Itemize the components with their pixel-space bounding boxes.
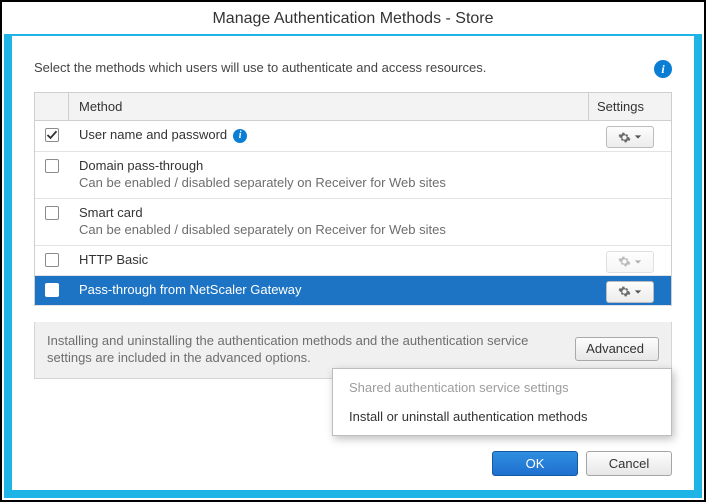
method-checkbox[interactable]	[45, 159, 59, 173]
settings-button[interactable]	[606, 281, 654, 303]
table-row[interactable]: HTTP Basic	[35, 246, 671, 276]
col-method: Method	[69, 93, 589, 120]
info-icon[interactable]: i	[233, 129, 247, 143]
method-checkbox[interactable]	[45, 128, 59, 142]
cancel-label: Cancel	[609, 456, 649, 471]
method-name: HTTP Basic	[79, 252, 148, 267]
menu-item[interactable]: Install or uninstall authentication meth…	[333, 402, 671, 431]
window-chrome: Manage Authentication Methods - Store Se…	[4, 4, 702, 498]
ok-button[interactable]: OK	[492, 451, 578, 476]
dialog-button-row: OK Cancel	[492, 451, 672, 476]
table-row[interactable]: Smart card Can be enabled / disabled sepa…	[35, 199, 671, 246]
advanced-label: Advanced	[586, 341, 644, 356]
method-subtext: Can be enabled / disabled separately on …	[79, 175, 579, 190]
client-area: Select the methods which users will use …	[12, 36, 694, 490]
window-title: Manage Authentication Methods - Store	[212, 10, 493, 28]
cancel-button[interactable]: Cancel	[586, 451, 672, 476]
table-header: Method Settings	[35, 93, 671, 121]
method-name: User name and password	[79, 127, 227, 142]
settings-button[interactable]	[606, 126, 654, 148]
table-row[interactable]: Pass-through from NetScaler Gateway	[35, 276, 671, 306]
intro-text: Select the methods which users will use …	[34, 60, 654, 75]
advanced-menu: Shared authentication service settingsIn…	[332, 368, 672, 436]
method-name: Pass-through from NetScaler Gateway	[79, 282, 302, 297]
info-icon[interactable]: i	[654, 60, 672, 78]
table-row[interactable]: Domain pass-through Can be enabled / disa…	[35, 152, 671, 199]
method-checkbox[interactable]	[45, 253, 59, 267]
method-name: Domain pass-through	[79, 158, 203, 173]
window-frame: Manage Authentication Methods - Store Se…	[0, 0, 706, 502]
chevron-down-icon	[634, 258, 642, 266]
method-name: Smart card	[79, 205, 143, 220]
gear-icon	[618, 255, 631, 268]
gear-icon	[618, 285, 631, 298]
gear-icon	[618, 131, 631, 144]
advanced-button[interactable]: Advanced	[575, 337, 659, 361]
chevron-down-icon	[634, 133, 642, 141]
methods-table: Method Settings User name and passwordiD…	[34, 92, 672, 306]
settings-button	[606, 251, 654, 273]
col-settings: Settings	[589, 93, 671, 120]
method-checkbox[interactable]	[45, 283, 59, 297]
chevron-down-icon	[634, 288, 642, 296]
menu-item: Shared authentication service settings	[333, 373, 671, 402]
method-checkbox[interactable]	[45, 206, 59, 220]
ok-label: OK	[526, 456, 545, 471]
table-row[interactable]: User name and password i	[35, 121, 671, 152]
method-subtext: Can be enabled / disabled separately on …	[79, 222, 579, 237]
title-bar: Manage Authentication Methods - Store	[4, 4, 702, 34]
advanced-description: Installing and uninstalling the authenti…	[47, 332, 575, 366]
